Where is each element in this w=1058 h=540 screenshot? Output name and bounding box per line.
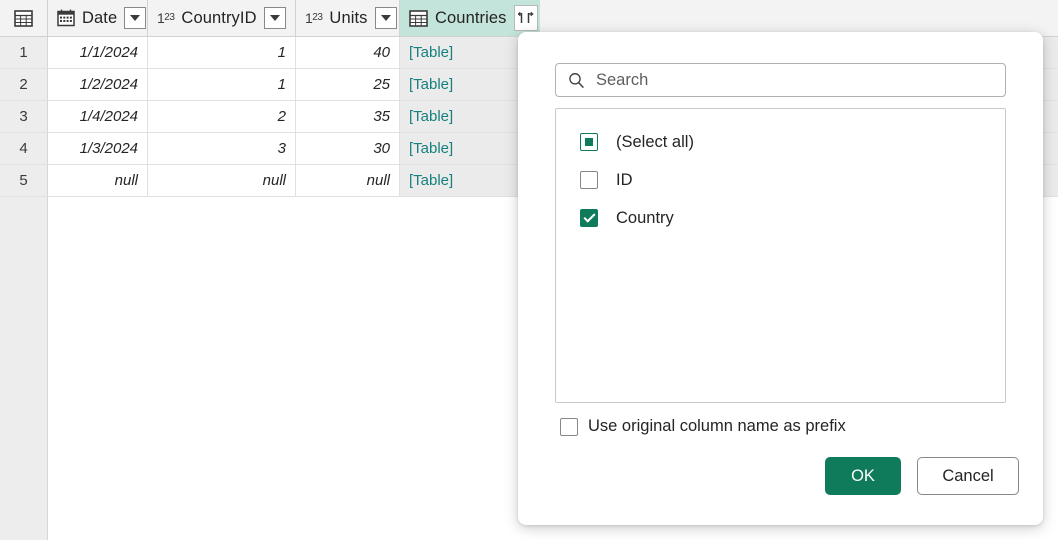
column-header-units[interactable]: 123 Units	[296, 0, 400, 36]
list-item-id[interactable]: ID	[556, 161, 1005, 199]
checkbox-use-prefix[interactable]	[560, 417, 578, 436]
search-placeholder: Search	[596, 70, 649, 89]
list-item-country[interactable]: Country	[556, 199, 1005, 237]
column-selection-list: (Select all) ID Country	[555, 108, 1006, 403]
ok-button[interactable]: OK	[825, 457, 901, 495]
cell-date[interactable]: 1/3/2024	[48, 133, 148, 164]
cell-units[interactable]: null	[296, 165, 400, 196]
cell-units[interactable]: 25	[296, 69, 400, 100]
chevron-down-icon	[269, 15, 280, 21]
list-item-label: Country	[616, 208, 674, 227]
column-filter-dropdown-units[interactable]	[374, 7, 397, 29]
column-name-countryid: CountryID	[181, 8, 257, 27]
column-filter-dropdown-countryid[interactable]	[263, 7, 286, 29]
cell-date[interactable]: 1/4/2024	[48, 101, 148, 132]
column-filter-dropdown-date[interactable]	[124, 7, 147, 29]
column-header-countries[interactable]: Countries	[400, 0, 540, 36]
cell-date[interactable]: null	[48, 165, 148, 196]
cell-date[interactable]: 1/2/2024	[48, 69, 148, 100]
calendar-icon	[57, 9, 75, 27]
power-query-preview: Date 123 CountryID 123 Units Countries 1…	[0, 0, 1058, 540]
cell-date[interactable]: 1/1/2024	[48, 37, 148, 68]
search-icon	[569, 72, 584, 88]
expand-arrows-icon	[517, 11, 534, 23]
list-item-label: (Select all)	[616, 132, 694, 151]
header-filler	[540, 0, 1058, 36]
chevron-down-icon	[130, 15, 141, 21]
table-icon	[14, 9, 33, 27]
use-prefix-label: Use original column name as prefix	[588, 417, 846, 435]
select-all-columns-button[interactable]	[0, 0, 48, 36]
column-header-countryid[interactable]: 123 CountryID	[148, 0, 296, 36]
row-number: 1	[0, 37, 48, 68]
column-name-date: Date	[82, 8, 118, 27]
table-icon	[409, 9, 428, 27]
dialog-button-row: OK Cancel	[825, 457, 1019, 495]
column-name-units: Units	[329, 8, 368, 27]
cancel-button[interactable]: Cancel	[917, 457, 1019, 495]
cell-countryid[interactable]: 1	[148, 37, 296, 68]
list-item-select-all[interactable]: (Select all)	[556, 123, 1005, 161]
column-header-date[interactable]: Date	[48, 0, 148, 36]
row-number: 5	[0, 165, 48, 196]
cell-units[interactable]: 40	[296, 37, 400, 68]
check-icon	[582, 210, 596, 223]
use-original-column-name-as-prefix-option[interactable]: Use original column name as prefix	[560, 417, 846, 436]
list-item-label: ID	[616, 170, 633, 189]
row-number: 2	[0, 69, 48, 100]
whole-number-icon: 123	[305, 10, 323, 26]
row-number: 4	[0, 133, 48, 164]
cell-countryid[interactable]: null	[148, 165, 296, 196]
column-name-countries: Countries	[435, 8, 507, 27]
search-input[interactable]: Search	[555, 63, 1006, 97]
checkbox-country[interactable]	[580, 209, 598, 227]
checkbox-id[interactable]	[580, 171, 598, 189]
cell-units[interactable]: 30	[296, 133, 400, 164]
expand-column-button[interactable]	[513, 5, 538, 31]
expand-column-dialog: Search (Select all) ID Country Use origi…	[518, 32, 1043, 525]
cell-units[interactable]: 35	[296, 101, 400, 132]
chevron-down-icon	[380, 15, 391, 21]
cell-countryid[interactable]: 2	[148, 101, 296, 132]
row-number: 3	[0, 101, 48, 132]
cell-countryid[interactable]: 1	[148, 69, 296, 100]
checkbox-select-all[interactable]	[580, 133, 598, 151]
cell-countryid[interactable]: 3	[148, 133, 296, 164]
whole-number-icon: 123	[157, 10, 175, 26]
